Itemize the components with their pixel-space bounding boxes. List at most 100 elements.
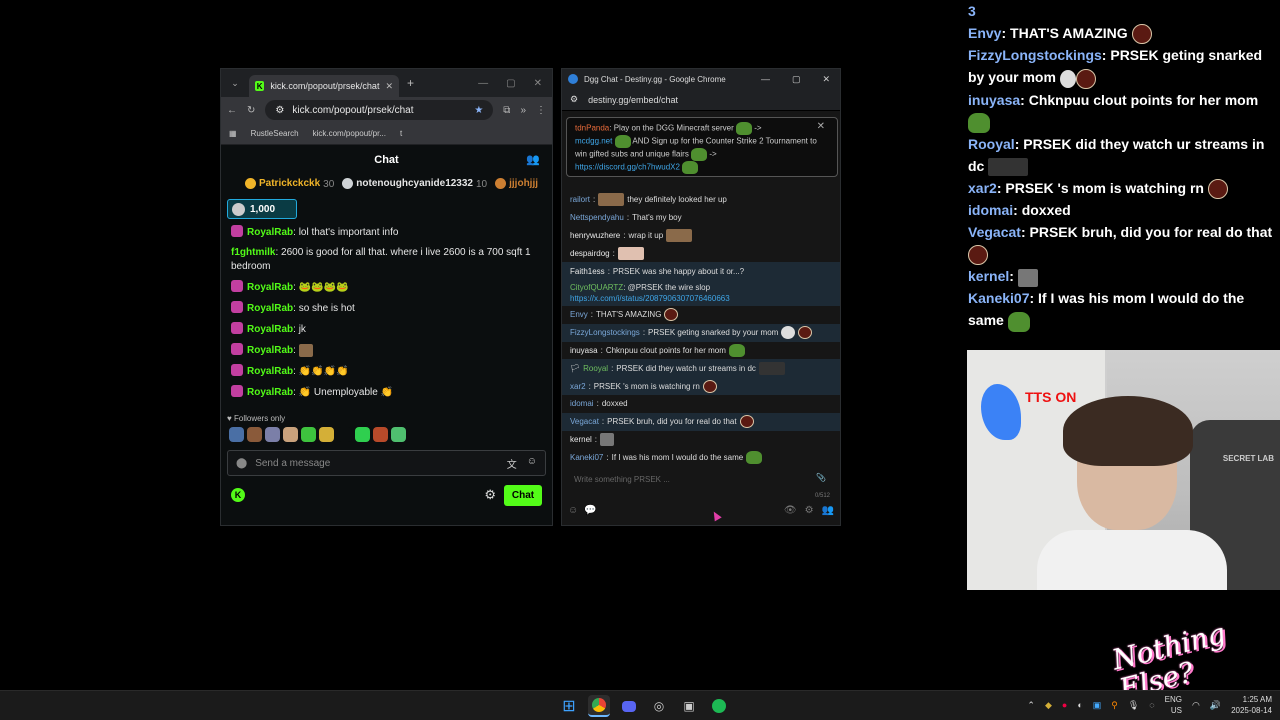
close-window-button[interactable]: ✕ [822, 74, 830, 85]
username[interactable]: RoyalRab [247, 282, 293, 293]
close-window-button[interactable]: ✕ [534, 78, 542, 89]
username[interactable]: RoyalRab [247, 227, 293, 238]
username[interactable]: inuyasa [570, 346, 598, 355]
whispers-icon[interactable]: 💬 [584, 505, 596, 521]
clock[interactable]: 1:25 AM 2025-08-14 [1231, 694, 1272, 716]
users-icon[interactable]: 👥 [822, 505, 834, 521]
emote-icon[interactable] [229, 427, 244, 442]
gifter-1[interactable]: Patrickckckk 30 [245, 178, 334, 190]
username[interactable]: RoyalRab [247, 366, 293, 377]
tray-app-icon[interactable]: ▣ [1093, 700, 1102, 711]
username[interactable]: RoyalRab [247, 303, 293, 314]
username[interactable]: Envy [570, 310, 588, 319]
username[interactable]: Kaneki07 [570, 453, 603, 462]
menu-dots-icon[interactable]: ⋮ [536, 105, 546, 116]
dgg-url-text[interactable]: destiny.gg/embed/chat [588, 95, 678, 105]
notice-link-1[interactable]: mcdgg.net [575, 137, 612, 146]
username[interactable]: idomai [570, 399, 594, 408]
minimize-button[interactable]: — [761, 74, 770, 85]
username[interactable]: xar2 [570, 382, 586, 391]
language-indicator[interactable]: ENG US [1165, 694, 1182, 716]
emote-picker-icon[interactable]: ⬤ [236, 458, 247, 469]
minimize-button[interactable]: — [478, 78, 488, 89]
reload-icon[interactable]: ↻ [247, 105, 255, 116]
discord-icon[interactable] [618, 695, 640, 717]
apps-grid-icon[interactable]: ▦ [229, 129, 237, 138]
kick-browser-tab[interactable]: K kick.com/popout/prsek/chat ✕ [249, 75, 399, 97]
emote-icon[interactable] [391, 427, 406, 442]
username[interactable]: Rooyal [583, 364, 608, 373]
volume-icon[interactable]: 🔊 [1210, 700, 1221, 711]
username[interactable]: Vegacat [570, 417, 599, 426]
microphone-icon[interactable]: 🎙 [1128, 700, 1139, 711]
extensions-icon[interactable]: ⧉ [503, 105, 510, 116]
bookmark-star-icon[interactable]: ★ [474, 105, 483, 116]
gifter-3[interactable]: jjjohjjj [495, 178, 538, 190]
send-chat-button[interactable]: Chat [504, 484, 542, 506]
username[interactable]: RoyalRab [247, 345, 293, 356]
maximize-button[interactable]: ▢ [792, 74, 801, 85]
tab-search-chevron-icon[interactable]: ⌄ [227, 75, 243, 91]
new-tab-button[interactable]: + [407, 76, 414, 90]
username[interactable]: RoyalRab [247, 324, 293, 335]
windows-start-icon[interactable]: ⊞ [558, 695, 580, 717]
user-list-icon[interactable]: 👥 [526, 153, 540, 166]
translate-icon[interactable]: 文 [507, 456, 517, 471]
tray-app-icon[interactable]: ◌ [1149, 700, 1154, 710]
chrome-icon[interactable] [588, 695, 610, 717]
username[interactable]: Faith1ess [570, 267, 605, 276]
emote-icon[interactable] [337, 427, 352, 442]
close-icon[interactable]: ✕ [817, 121, 825, 133]
search-icon[interactable]: ⚲ [1111, 700, 1118, 711]
separator: : [275, 247, 279, 258]
emote-icon[interactable] [373, 427, 388, 442]
emote-menu-icon[interactable]: ☺ [568, 505, 578, 521]
paperclip-icon[interactable]: 📎 [816, 473, 826, 482]
dgg-message-input[interactable]: Write something PRSEK ... 📎 0/512 [568, 469, 834, 499]
bookmark-rustlesearch[interactable]: RustleSearch [251, 129, 299, 138]
tray-app-icon[interactable]: ◐ [1077, 700, 1082, 710]
emote-icon[interactable] [283, 427, 298, 442]
more-tabs-icon[interactable]: » [520, 105, 526, 116]
kick-url-field[interactable]: ⚙ kick.com/popout/prsek/chat ★ [265, 100, 494, 120]
bookmark-t[interactable]: t [400, 129, 402, 138]
wifi-icon[interactable]: ◠ [1192, 700, 1200, 711]
gifter-2[interactable]: notenoughcyanide12332 10 [342, 178, 487, 190]
close-tab-icon[interactable]: ✕ [385, 81, 393, 92]
kick-points-icon[interactable]: K [231, 488, 245, 502]
chevron-up-icon[interactable]: ⌃ [1027, 700, 1035, 711]
tray-app-icon[interactable]: ● [1062, 700, 1067, 710]
gear-icon[interactable]: ⚙ [484, 487, 496, 503]
spotify-icon[interactable] [708, 695, 730, 717]
username[interactable]: FizzyLongstockings [570, 328, 640, 337]
eye-icon[interactable]: 👁 [784, 505, 797, 521]
username[interactable]: railort [570, 195, 590, 204]
message-link[interactable]: https://x.com/i/status/20879063070764606… [570, 294, 730, 303]
terminal-icon[interactable]: ▣ [678, 695, 700, 717]
obs-icon[interactable]: ◎ [648, 695, 670, 717]
bookmark-kick-popout[interactable]: kick.com/popout/pr... [313, 129, 386, 138]
site-info-icon[interactable]: ⚙ [570, 94, 578, 105]
emote-icon[interactable] [247, 427, 262, 442]
username[interactable]: CityofQUARTZ [570, 283, 623, 292]
emote-icon[interactable] [355, 427, 370, 442]
emote-icon[interactable] [319, 427, 334, 442]
kick-message-input[interactable]: ⬤ Send a message 文 ☺ [227, 450, 546, 476]
back-icon[interactable]: ← [227, 105, 237, 116]
tray-app-icon[interactable]: ◆ [1045, 700, 1052, 711]
notice-link-2[interactable]: https://discord.gg/ch7hwudX2 [575, 163, 680, 172]
username[interactable]: f1ghtmilk [231, 247, 275, 258]
emote-icon[interactable] [265, 427, 280, 442]
notice-username[interactable]: tdnPanda [575, 124, 609, 133]
username[interactable]: kernel [570, 435, 592, 444]
gear-icon[interactable]: ⚙ [805, 505, 814, 521]
site-info-icon[interactable]: ⚙ [275, 105, 284, 116]
username[interactable]: despairdog [570, 249, 610, 258]
username[interactable]: henrywuzhere [570, 231, 620, 240]
emote-icon[interactable] [301, 427, 316, 442]
smiley-icon[interactable]: ☺ [527, 456, 537, 471]
pinned-gift-badge[interactable]: 1,000 [227, 199, 297, 219]
maximize-button[interactable]: ▢ [506, 78, 515, 89]
username[interactable]: Nettspendyahu [570, 213, 624, 222]
username[interactable]: RoyalRab [247, 387, 293, 398]
